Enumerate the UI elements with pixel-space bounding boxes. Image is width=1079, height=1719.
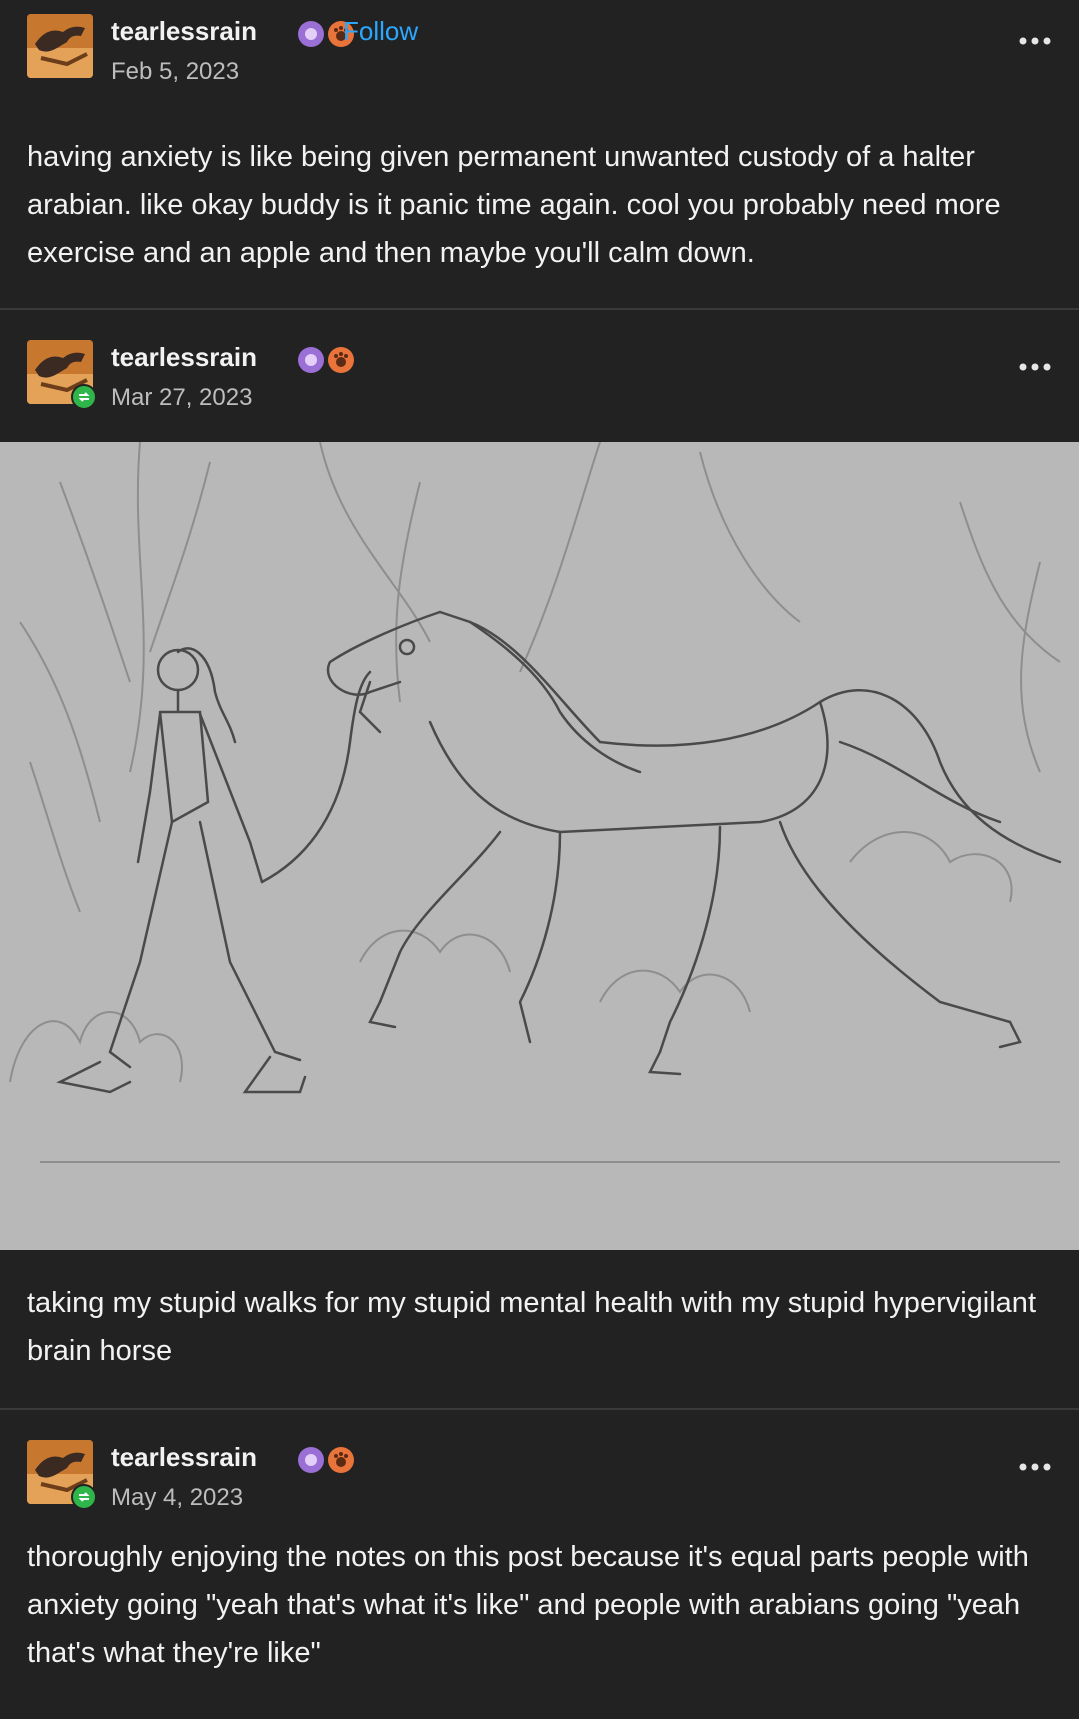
- post-header: tearlessrain May 4, 2023: [27, 1440, 1057, 1512]
- post-1: tearlessrain Follow Feb 5, 2023 having a…: [0, 0, 1079, 308]
- post-header: tearlessrain Mar 27, 2023: [27, 340, 1057, 412]
- purple-flower-badge-icon: [297, 20, 325, 48]
- user-badges: [297, 1446, 355, 1476]
- reblog-icon: [71, 1484, 97, 1510]
- post-date[interactable]: May 4, 2023: [111, 1484, 243, 1512]
- more-options-icon[interactable]: [1015, 1452, 1055, 1482]
- username[interactable]: tearlessrain: [111, 16, 257, 47]
- post-3: tearlessrain May 4, 2023 thoroughly enjo…: [0, 1410, 1079, 1719]
- post-header: tearlessrain Follow Feb 5, 2023: [27, 14, 1057, 86]
- horse-avatar-icon[interactable]: [27, 14, 93, 78]
- purple-flower-badge-icon: [297, 1446, 325, 1474]
- orange-paw-badge-icon: [327, 346, 355, 374]
- username[interactable]: tearlessrain: [111, 1442, 257, 1473]
- post-body: taking my stupid walks for my stupid men…: [27, 1287, 1036, 1367]
- post-body: thoroughly enjoying the notes on this po…: [27, 1541, 1029, 1669]
- follow-button[interactable]: Follow: [343, 16, 418, 47]
- username[interactable]: tearlessrain: [111, 342, 257, 373]
- post-artwork-image[interactable]: [0, 442, 1079, 1250]
- orange-paw-badge-icon: [327, 1446, 355, 1474]
- more-options-icon[interactable]: [1015, 352, 1055, 382]
- purple-flower-badge-icon: [297, 346, 325, 374]
- reblog-icon: [71, 384, 97, 410]
- post-date[interactable]: Mar 27, 2023: [111, 384, 252, 412]
- more-options-icon[interactable]: [1015, 26, 1055, 56]
- user-badges: [297, 346, 355, 376]
- post-body: having anxiety is like being given perma…: [27, 141, 1001, 269]
- post-date[interactable]: Feb 5, 2023: [111, 58, 239, 86]
